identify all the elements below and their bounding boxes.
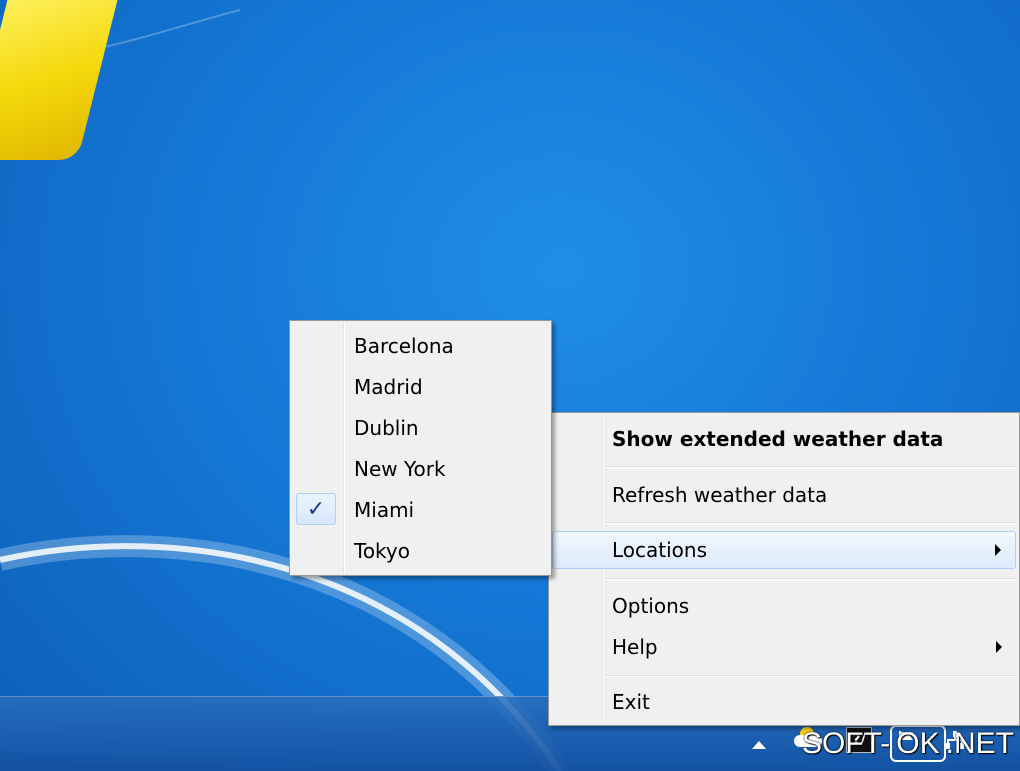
location-item-new-york[interactable]: New York [293,450,548,488]
tray-context-menu: Show extended weather data Refresh weath… [548,412,1020,726]
menu-item-refresh-weather-data[interactable]: Refresh weather data [552,476,1016,514]
chevron-right-icon [996,641,1002,653]
desktop: ?/ SOFT- OK .NET Show extended weather dat… [0,0,1020,771]
menu-separator [605,578,1016,580]
show-hidden-icons-arrow-icon[interactable] [746,727,772,753]
menu-separator [605,675,1016,677]
checkmark-icon: ✓ [296,493,336,525]
location-item-dublin[interactable]: Dublin [293,409,548,447]
menu-separator [605,466,1016,468]
watermark: SOFT- OK .NET [801,725,1014,762]
menu-separator [605,522,1016,524]
location-item-tokyo[interactable]: Tokyo [293,532,548,570]
chevron-right-icon [995,544,1001,556]
menu-item-exit[interactable]: Exit [552,683,1016,721]
location-item-miami[interactable]: ✓ Miami [293,491,548,529]
location-item-madrid[interactable]: Madrid [293,368,548,406]
menu-item-locations[interactable]: Locations [552,531,1016,569]
menu-item-options[interactable]: Options [552,587,1016,625]
menu-item-show-extended-weather-data[interactable]: Show extended weather data [552,420,1016,458]
locations-submenu: Barcelona Madrid Dublin New York ✓ Miami… [289,320,552,576]
location-item-barcelona[interactable]: Barcelona [293,327,548,365]
menu-item-help[interactable]: Help [552,628,1016,666]
